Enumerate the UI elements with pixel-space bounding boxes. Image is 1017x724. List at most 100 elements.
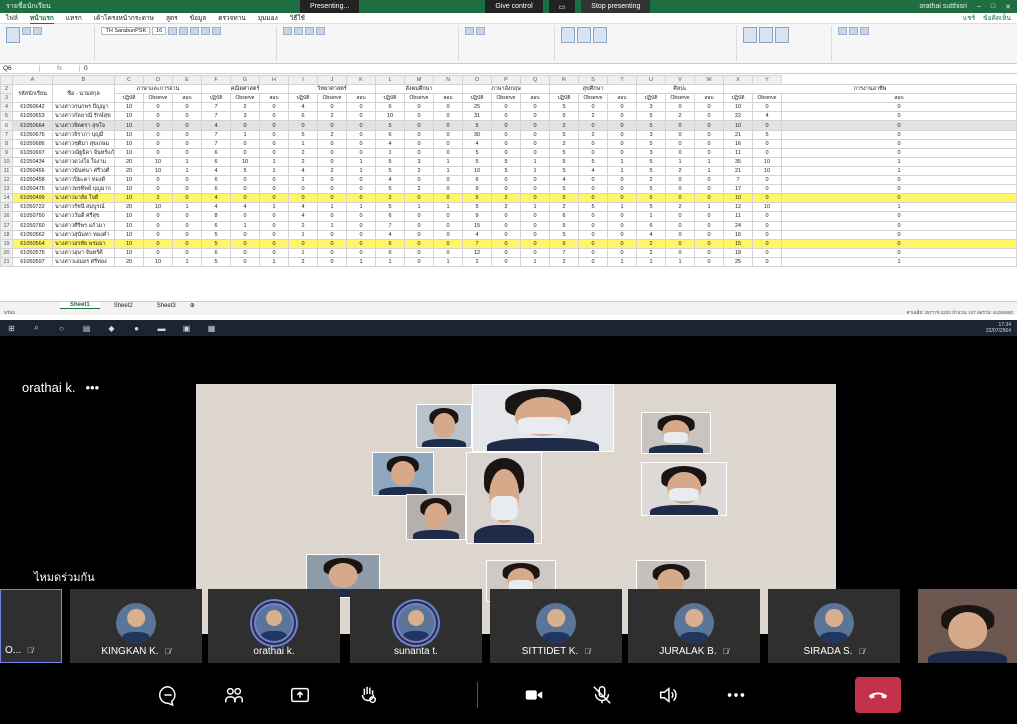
score-cell[interactable]: 2	[665, 111, 695, 122]
score-cell[interactable]: 0	[665, 238, 695, 249]
score-cell[interactable]: 0	[433, 220, 463, 231]
score-cell[interactable]: 0	[694, 193, 724, 204]
score-cell[interactable]: 0	[259, 111, 289, 122]
student-id-cell[interactable]: 61050722	[12, 202, 53, 213]
chrome-icon[interactable]: ●	[131, 323, 142, 333]
score-cell[interactable]: 1	[259, 256, 289, 267]
score-cell[interactable]: 0	[491, 220, 521, 231]
score-cell[interactable]: 0	[520, 120, 550, 131]
score-cell[interactable]: 2	[491, 193, 521, 204]
line-icon[interactable]: ▣	[181, 323, 192, 333]
score-cell[interactable]: 0	[607, 147, 637, 158]
score-cell[interactable]: 0	[752, 256, 782, 267]
score-cell[interactable]: 1	[607, 256, 637, 267]
score-cell[interactable]: 7	[201, 138, 231, 149]
score-cell[interactable]: 6	[201, 184, 231, 195]
student-id-cell[interactable]: 61050653	[12, 111, 53, 122]
score-cell[interactable]: 0	[491, 184, 521, 195]
score-cell[interactable]: 2	[665, 165, 695, 177]
score-cell[interactable]: 0	[346, 238, 376, 249]
merge-center-icon[interactable]	[316, 27, 326, 35]
score-cell[interactable]: 0	[404, 247, 434, 258]
score-cell[interactable]: 6	[375, 247, 405, 258]
score-cell[interactable]: 0	[433, 111, 463, 122]
score-cell[interactable]: 0	[781, 238, 1017, 249]
column-letter[interactable]: E	[172, 75, 202, 86]
score-cell[interactable]: 11	[723, 147, 753, 158]
score-cell[interactable]: 10	[114, 102, 144, 113]
score-cell[interactable]: 0	[143, 211, 173, 222]
score-cell[interactable]: 0	[317, 156, 347, 167]
score-cell[interactable]: 0	[317, 256, 347, 267]
score-cell[interactable]: 1	[433, 202, 463, 213]
score-cell[interactable]: 0	[752, 238, 782, 249]
score-cell[interactable]: 0	[346, 111, 376, 122]
screen-icon[interactable]: ▭	[548, 0, 576, 13]
score-cell[interactable]: 0	[781, 111, 1017, 122]
score-cell[interactable]: 5	[462, 156, 492, 167]
score-cell[interactable]: 0	[694, 147, 724, 158]
score-cell[interactable]: 6	[375, 238, 405, 249]
student-name-cell[interactable]: นางสาวรัชนี สมบูรณ์	[52, 202, 115, 213]
score-cell[interactable]: 4	[462, 138, 492, 149]
score-cell[interactable]: 0	[752, 184, 782, 195]
insert-cells-icon[interactable]	[742, 27, 757, 43]
score-cell[interactable]: 1	[665, 256, 695, 267]
score-cell[interactable]: 4	[230, 202, 260, 213]
score-cell[interactable]: 0	[317, 147, 347, 158]
score-cell[interactable]: 2	[636, 175, 666, 186]
score-cell[interactable]: 0	[433, 138, 463, 149]
score-cell[interactable]: 5	[549, 220, 579, 231]
format-cells-icon[interactable]	[774, 27, 789, 43]
student-name-cell[interactable]: นางสาวเอมอร ศรีทอง	[52, 256, 115, 267]
score-cell[interactable]: 1	[230, 220, 260, 231]
score-cell[interactable]: 0	[520, 175, 550, 186]
score-cell[interactable]: 0	[259, 120, 289, 131]
student-id-cell[interactable]: 61050686	[12, 138, 53, 149]
score-cell[interactable]: 21	[723, 165, 753, 177]
score-cell[interactable]: 0	[346, 193, 376, 204]
score-cell[interactable]: 10	[114, 138, 144, 149]
score-cell[interactable]: 2	[317, 111, 347, 122]
score-cell[interactable]: 1	[636, 211, 666, 222]
score-cell[interactable]: 1	[433, 165, 463, 177]
score-cell[interactable]: 0	[665, 193, 695, 204]
score-cell[interactable]: 0	[317, 184, 347, 195]
score-cell[interactable]: 0	[317, 238, 347, 249]
percent-icon[interactable]	[465, 27, 475, 35]
score-cell[interactable]: 4	[549, 175, 579, 186]
italic-icon[interactable]	[179, 27, 189, 35]
score-cell[interactable]: 0	[578, 247, 608, 258]
share-button[interactable]	[282, 677, 318, 713]
score-cell[interactable]: 0	[491, 256, 521, 267]
score-cell[interactable]: 0	[404, 147, 434, 158]
score-cell[interactable]: 16	[723, 138, 753, 149]
score-cell[interactable]: 0	[694, 247, 724, 258]
score-cell[interactable]: 1	[665, 156, 695, 167]
score-cell[interactable]: 0	[607, 220, 637, 231]
score-cell[interactable]: 0	[259, 193, 289, 204]
score-cell[interactable]: 1	[520, 202, 550, 213]
score-cell[interactable]: 0	[781, 175, 1017, 186]
column-letter[interactable]: R	[549, 75, 579, 86]
score-cell[interactable]: 0	[578, 220, 608, 231]
score-cell[interactable]: 0	[694, 129, 724, 140]
student-id-cell[interactable]: 61050675	[12, 129, 53, 140]
score-cell[interactable]: 3	[404, 156, 434, 167]
score-cell[interactable]: 25	[462, 102, 492, 113]
start-icon[interactable]: ⊞	[6, 323, 17, 333]
score-cell[interactable]: 12	[723, 202, 753, 213]
score-cell[interactable]: 0	[607, 229, 637, 240]
column-letter[interactable]: F	[201, 75, 231, 86]
score-cell[interactable]: 10	[114, 247, 144, 258]
student-name-cell[interactable]: นางสาววันดี ศรีสุข	[52, 211, 115, 222]
row-number[interactable]: 16	[0, 211, 13, 222]
score-cell[interactable]: 0	[433, 211, 463, 222]
score-cell[interactable]: 1	[404, 202, 434, 213]
score-cell[interactable]: 3	[230, 111, 260, 122]
score-cell[interactable]: 1	[520, 256, 550, 267]
score-cell[interactable]: 2	[636, 238, 666, 249]
score-cell[interactable]: 30	[462, 129, 492, 140]
score-cell[interactable]: 0	[752, 229, 782, 240]
score-cell[interactable]: 5	[636, 193, 666, 204]
